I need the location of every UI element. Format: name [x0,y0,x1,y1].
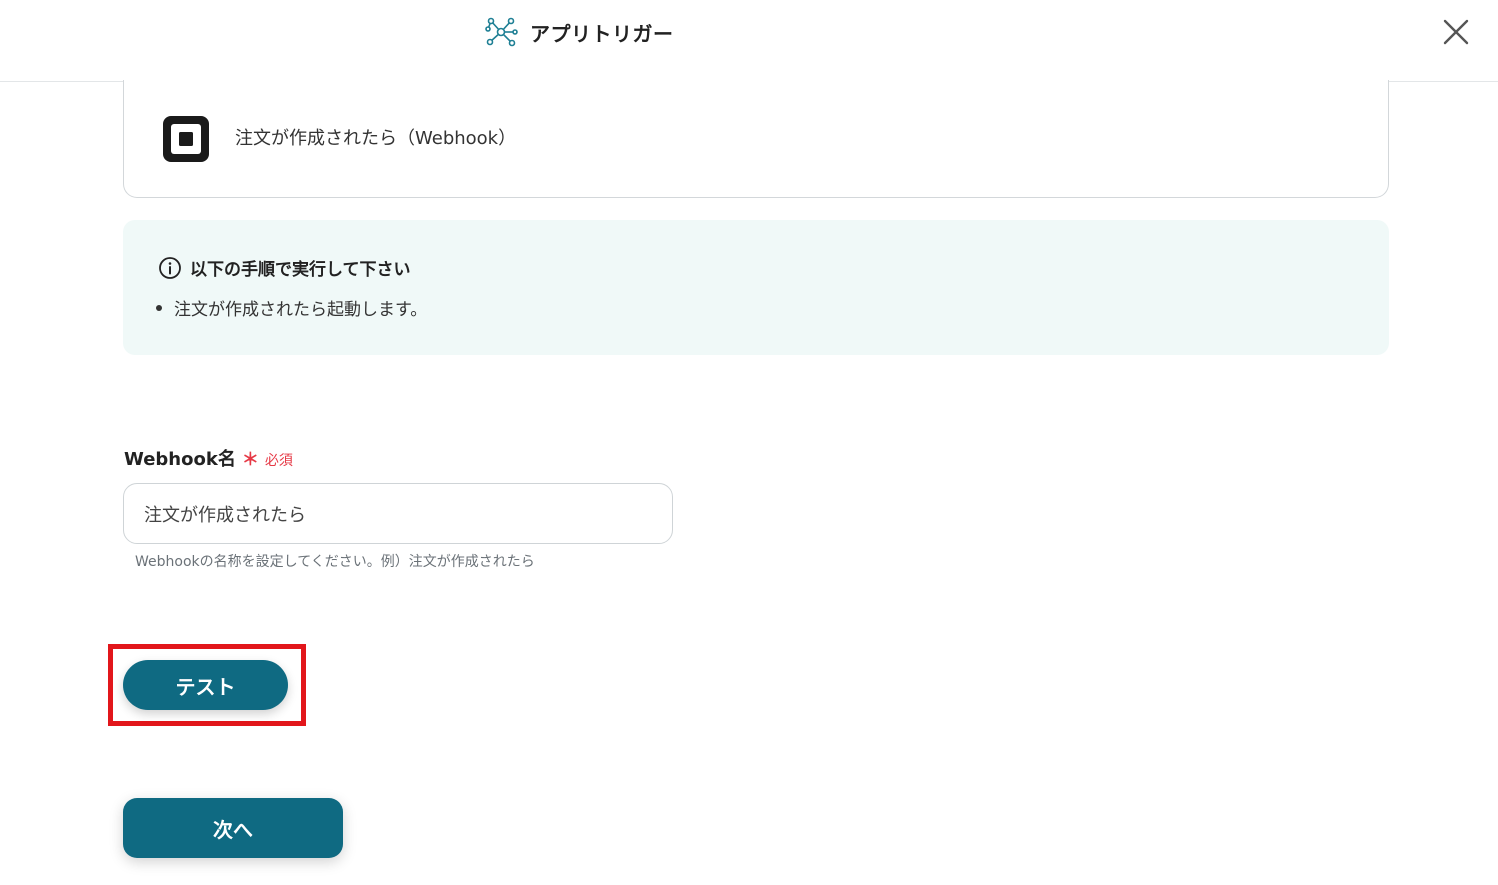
webhook-name-label-group: Webhook名 ＊ 必須 [124,445,293,471]
next-button[interactable]: 次へ [123,798,343,858]
header-title-group: アプリトリガー [484,14,674,50]
test-button[interactable]: テスト [123,660,288,710]
network-nodes-icon [485,17,518,47]
instruction-title: 以下の手順で実行して下さい [190,260,411,280]
instruction-panel: 以下の手順で実行して下さい 注文が作成されたら起動します。 [123,220,1389,355]
instruction-header: 以下の手順で実行して下さい [158,255,411,280]
page-title: アプリトリガー [530,21,674,46]
list-item: 注文が作成されたら起動します。 [156,295,427,320]
bullet [156,304,162,311]
required-asterisk: ＊ [241,450,259,470]
info-circle-icon [159,256,181,279]
instruction-text: 注文が作成されたら起動します。 [174,300,428,320]
webhook-name-help: Webhookの名称を設定してください。例）注文が作成されたら [135,554,535,570]
required-badge: 必須 [264,453,293,469]
trigger-name: 注文が作成されたら（Webhook） [235,128,517,149]
close-icon[interactable] [1440,16,1472,48]
webhook-name-label: Webhook名 [124,449,236,470]
app-trigger-card: 注文が作成されたら（Webhook） [123,80,1389,198]
webhook-name-input[interactable] [123,483,673,544]
header: アプリトリガー [0,0,1498,82]
square-logo-icon [163,116,209,162]
